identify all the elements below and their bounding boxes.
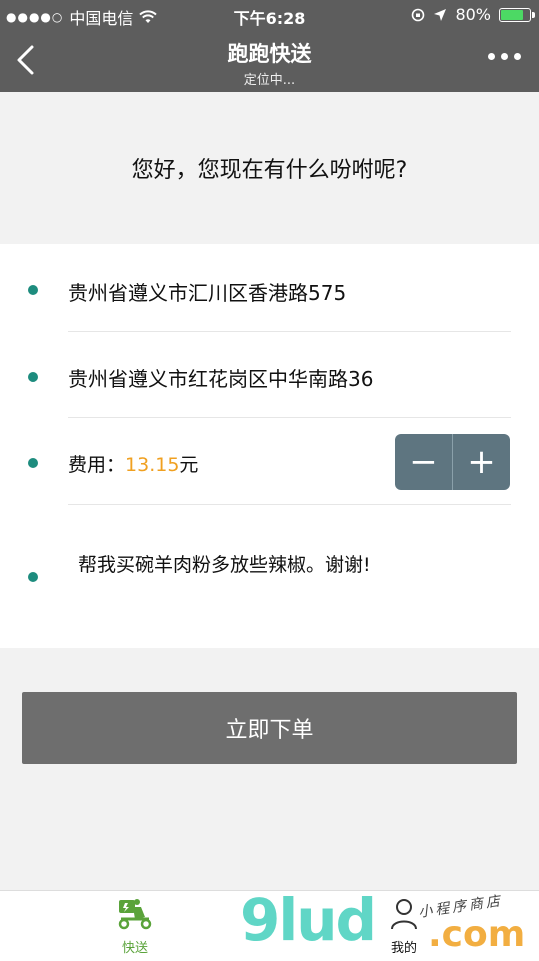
tab-bar: 快送 我的 [0,890,539,961]
more-dot [488,53,495,60]
fee-dot-icon [28,458,38,468]
battery-percent: 80% [455,5,491,24]
fee-row: 费用：13.15元 [68,450,198,477]
more-options-icon[interactable] [488,53,521,60]
pickup-address[interactable]: 贵州省遵义市汇川区香港路575 [68,277,346,306]
divider [68,331,511,332]
order-note[interactable]: 帮我买碗羊肉粉多放些辣椒。谢谢! [78,550,371,577]
divider [68,417,511,418]
battery-fill [501,9,523,20]
delivery-dot-icon [28,372,38,382]
more-dot [501,53,508,60]
greeting-text: 您好，您现在有什么吩咐呢? [131,158,408,183]
location-arrow-icon [434,8,447,21]
tab-express-label: 快送 [121,941,148,956]
fee-label: 费用： [68,454,126,476]
tab-express[interactable]: 快送 [95,897,175,956]
tab-mine-label: 我的 [390,941,417,956]
battery-icon [499,7,535,22]
orientation-lock-icon [412,8,425,21]
fee-value: 13.15 [125,454,180,476]
status-bar: ●●●●○ 中国电信 下午6:28 80% [0,0,539,30]
place-order-button[interactable]: 立即下单 [22,692,517,764]
delivery-address[interactable]: 贵州省遵义市红花岗区中华南路36 [68,363,373,392]
fee-unit: 元 [179,454,199,476]
divider [68,504,511,505]
pickup-dot-icon [28,285,38,295]
fee-stepper: − + [395,434,510,490]
status-right: 80% [411,5,535,24]
more-dot [514,53,521,60]
user-icon [391,899,417,930]
order-form: 贵州省遵义市汇川区香港路575 贵州省遵义市红花岗区中华南路36 费用：13.1… [0,244,539,648]
fee-decrease-button[interactable]: − [395,434,452,490]
nav-bar: 跑跑快送 定位中... [0,30,539,92]
page-title: 跑跑快送 [227,42,312,66]
note-dot-icon [28,572,38,582]
tab-mine[interactable]: 我的 [364,897,444,956]
fee-increase-button[interactable]: + [453,434,510,490]
delivery-scooter-icon [118,899,152,930]
location-status: 定位中... [243,73,296,88]
